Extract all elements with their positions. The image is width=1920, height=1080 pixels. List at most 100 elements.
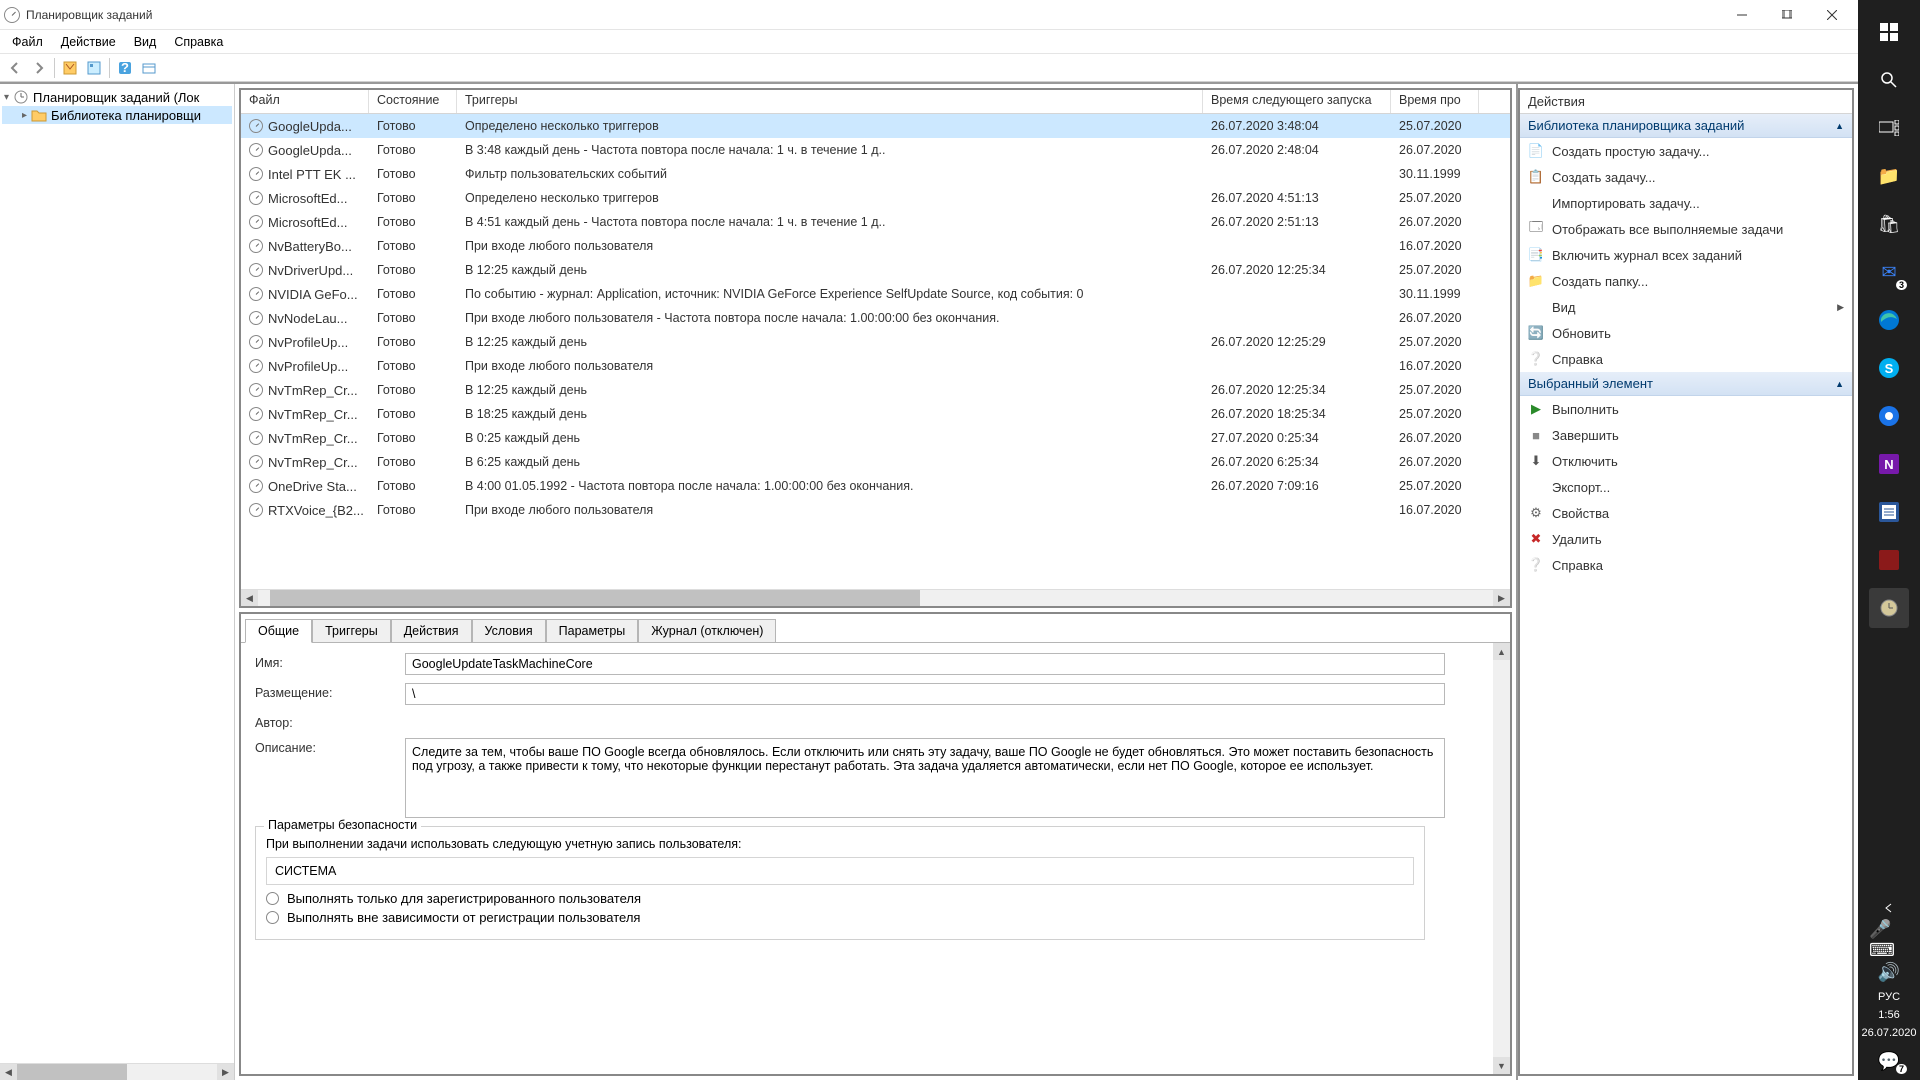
taskscheduler-taskbar-icon[interactable] bbox=[1869, 588, 1909, 628]
action-item[interactable]: ⬇Отключить bbox=[1520, 448, 1852, 474]
actions-sel-section[interactable]: Выбранный элемент▲ bbox=[1520, 372, 1852, 396]
tray-expand-icon[interactable] bbox=[1869, 896, 1909, 920]
task-last: 30.11.1999 bbox=[1391, 165, 1479, 183]
task-row[interactable]: NvTmRep_Cr...ГотовоВ 0:25 каждый день27.… bbox=[241, 426, 1510, 450]
task-row[interactable]: NvTmRep_Cr...ГотовоВ 12:25 каждый день26… bbox=[241, 378, 1510, 402]
col-last[interactable]: Время про bbox=[1391, 90, 1479, 113]
radio-any[interactable]: Выполнять вне зависимости от регистрации… bbox=[266, 910, 1414, 925]
task-row[interactable]: RTXVoice_{B2...ГотовоПри входе любого по… bbox=[241, 498, 1510, 522]
tab-general[interactable]: Общие bbox=[245, 619, 312, 643]
search-icon[interactable] bbox=[1869, 60, 1909, 100]
svg-text:?: ? bbox=[121, 61, 129, 75]
start-button[interactable] bbox=[1869, 12, 1909, 52]
desc-field[interactable]: Следите за тем, чтобы ваше ПО Google все… bbox=[405, 738, 1445, 818]
help-button[interactable]: ? bbox=[114, 57, 136, 79]
action-label: Вид bbox=[1552, 300, 1576, 315]
menu-file[interactable]: Файл bbox=[4, 33, 51, 51]
task-row[interactable]: NvBatteryBo...ГотовоПри входе любого пол… bbox=[241, 234, 1510, 258]
tray-notifications-icon[interactable]: 💬7 bbox=[1869, 1046, 1909, 1076]
action-item[interactable]: ❔Справка bbox=[1520, 346, 1852, 372]
action-item[interactable]: ✖Удалить bbox=[1520, 526, 1852, 552]
tray-time[interactable]: 1:56 bbox=[1878, 1006, 1899, 1024]
action-item[interactable]: 📑Включить журнал всех заданий bbox=[1520, 242, 1852, 268]
action-item[interactable]: 📄Создать простую задачу... bbox=[1520, 138, 1852, 164]
task-name: OneDrive Sta... bbox=[268, 479, 357, 494]
app-icon-red[interactable] bbox=[1869, 540, 1909, 580]
action-item[interactable]: 📋Создать задачу... bbox=[1520, 164, 1852, 190]
action-item[interactable]: ■Завершить bbox=[1520, 422, 1852, 448]
name-field[interactable]: GoogleUpdateTaskMachineCore bbox=[405, 653, 1445, 675]
tab-params[interactable]: Параметры bbox=[546, 619, 639, 643]
tray-date[interactable]: 26.07.2020 bbox=[1861, 1024, 1916, 1042]
actions-lib-section[interactable]: Библиотека планировщика заданий▲ bbox=[1520, 114, 1852, 138]
task-row[interactable]: GoogleUpda...ГотовоОпределено несколько … bbox=[241, 114, 1510, 138]
maximize-button[interactable] bbox=[1764, 0, 1809, 30]
taskview-icon[interactable] bbox=[1869, 108, 1909, 148]
browser-icon[interactable] bbox=[1869, 396, 1909, 436]
col-next[interactable]: Время следующего запуска bbox=[1203, 90, 1391, 113]
close-button[interactable] bbox=[1809, 0, 1854, 30]
task-row[interactable]: MicrosoftEd...ГотовоОпределено несколько… bbox=[241, 186, 1510, 210]
action-item[interactable]: Импортировать задачу... bbox=[1520, 190, 1852, 216]
menu-action[interactable]: Действие bbox=[53, 33, 124, 51]
task-next bbox=[1203, 172, 1391, 176]
task-icon bbox=[249, 191, 263, 205]
task-row[interactable]: NvTmRep_Cr...ГотовоВ 18:25 каждый день26… bbox=[241, 402, 1510, 426]
col-triggers[interactable]: Триггеры bbox=[457, 90, 1203, 113]
grid-h-scrollbar[interactable]: ◀▶ bbox=[241, 589, 1510, 606]
action-item[interactable]: ⚙Свойства bbox=[1520, 500, 1852, 526]
minimize-button[interactable] bbox=[1719, 0, 1764, 30]
menu-view[interactable]: Вид bbox=[126, 33, 165, 51]
task-row[interactable]: OneDrive Sta...ГотовоВ 4:00 01.05.1992 -… bbox=[241, 474, 1510, 498]
col-file[interactable]: Файл bbox=[241, 90, 369, 113]
actions-title: Действия bbox=[1520, 90, 1852, 114]
action-item[interactable]: ▶Выполнить bbox=[1520, 396, 1852, 422]
tray-volume-icon[interactable]: 🔊 bbox=[1869, 960, 1909, 984]
edge-icon[interactable] bbox=[1869, 300, 1909, 340]
tab-conditions[interactable]: Условия bbox=[472, 619, 546, 643]
action-item[interactable]: ❔Справка bbox=[1520, 552, 1852, 578]
task-row[interactable]: NvNodeLau...ГотовоПри входе любого польз… bbox=[241, 306, 1510, 330]
menu-help[interactable]: Справка bbox=[166, 33, 231, 51]
store-icon[interactable]: 🛍 bbox=[1869, 204, 1909, 244]
detail-v-scrollbar[interactable]: ▲▼ bbox=[1493, 643, 1510, 1074]
action-label: Создать папку... bbox=[1552, 274, 1648, 289]
action-item[interactable]: 📁Создать папку... bbox=[1520, 268, 1852, 294]
action-item[interactable]: 🗔Отображать все выполняемые задачи bbox=[1520, 216, 1852, 242]
word-icon[interactable] bbox=[1869, 492, 1909, 532]
skype-icon[interactable]: S bbox=[1869, 348, 1909, 388]
toolbar-btn-2[interactable] bbox=[83, 57, 105, 79]
task-icon bbox=[249, 479, 263, 493]
tree-library[interactable]: ▸ Библиотека планировщи bbox=[2, 106, 232, 124]
task-row[interactable]: NvProfileUp...ГотовоПри входе любого пол… bbox=[241, 354, 1510, 378]
tree-root[interactable]: ▾ Планировщик заданий (Лок bbox=[2, 88, 232, 106]
col-state[interactable]: Состояние bbox=[369, 90, 457, 113]
task-row[interactable]: MicrosoftEd...ГотовоВ 4:51 каждый день -… bbox=[241, 210, 1510, 234]
mail-icon[interactable]: ✉3 bbox=[1869, 252, 1909, 292]
desc-label: Описание: bbox=[255, 738, 405, 755]
task-row[interactable]: GoogleUpda...ГотовоВ 3:48 каждый день - … bbox=[241, 138, 1510, 162]
task-row[interactable]: NVIDIA GeFo...ГотовоПо событию - журнал:… bbox=[241, 282, 1510, 306]
task-row[interactable]: NvTmRep_Cr...ГотовоВ 6:25 каждый день26.… bbox=[241, 450, 1510, 474]
onenote-icon[interactable]: N bbox=[1869, 444, 1909, 484]
back-button[interactable] bbox=[4, 57, 26, 79]
toolbar-btn-1[interactable] bbox=[59, 57, 81, 79]
radio-logged-only[interactable]: Выполнять только для зарегистрированного… bbox=[266, 891, 1414, 906]
action-item[interactable]: 🔄Обновить bbox=[1520, 320, 1852, 346]
task-row[interactable]: NvDriverUpd...ГотовоВ 12:25 каждый день2… bbox=[241, 258, 1510, 282]
task-row[interactable]: Intel PTT EK ...ГотовоФильтр пользовател… bbox=[241, 162, 1510, 186]
action-item[interactable]: Вид▶ bbox=[1520, 294, 1852, 320]
tray-lang[interactable]: РУС bbox=[1878, 988, 1900, 1006]
forward-button[interactable] bbox=[28, 57, 50, 79]
task-state: Готово bbox=[369, 213, 457, 231]
tab-history[interactable]: Журнал (отключен) bbox=[638, 619, 776, 643]
toolbar-btn-3[interactable] bbox=[138, 57, 160, 79]
tree-h-scrollbar[interactable]: ◀▶ bbox=[0, 1063, 234, 1080]
tab-triggers[interactable]: Триггеры bbox=[312, 619, 391, 643]
action-item[interactable]: Экспорт... bbox=[1520, 474, 1852, 500]
explorer-icon[interactable]: 📁 bbox=[1869, 156, 1909, 196]
tab-actions[interactable]: Действия bbox=[391, 619, 472, 643]
task-row[interactable]: NvProfileUp...ГотовоВ 12:25 каждый день2… bbox=[241, 330, 1510, 354]
tray-mic-keyboard[interactable]: 🎤 ⌨ bbox=[1869, 928, 1909, 952]
task-name: RTXVoice_{B2... bbox=[268, 503, 364, 518]
